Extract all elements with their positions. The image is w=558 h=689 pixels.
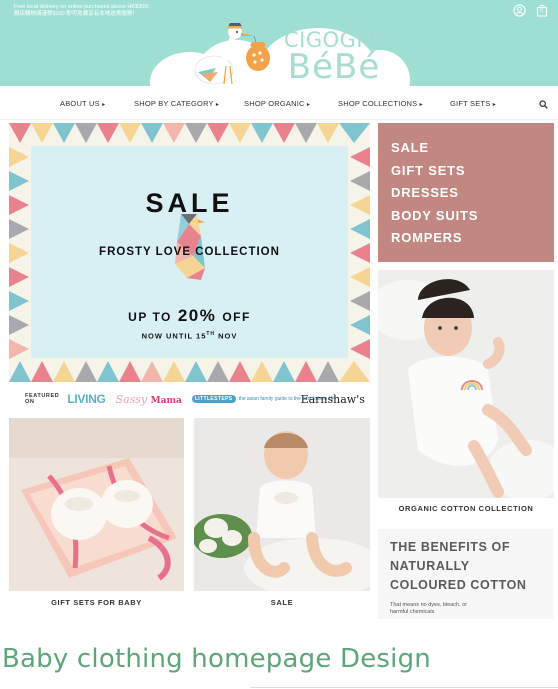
baby-sitting-photo	[194, 418, 370, 591]
sassy-text: Sassy	[115, 392, 148, 406]
discount-prefix: UP TO	[128, 310, 172, 324]
hero-content: SALE FROSTY LOVE COLLECTION UP TO 20% OF…	[31, 146, 348, 358]
promo-link-body-suits[interactable]: BODY SUITS	[391, 205, 554, 228]
nav-item-shop-by-category[interactable]: SHOP BY CATEGORY ▸	[134, 99, 219, 108]
user-icon[interactable]	[513, 4, 526, 17]
header-icons: 0	[513, 4, 548, 17]
hero-until-date: NOW UNTIL 15TH NOV	[31, 331, 348, 341]
little-steps-badge: LITTLESTEPS	[191, 395, 236, 403]
bag-icon[interactable]: 0	[536, 4, 548, 17]
featured-label: FEATURED ON	[25, 393, 60, 405]
publication-sassy-mama-logo[interactable]: Sassy Mama	[116, 393, 182, 406]
chevron-down-icon: ▸	[215, 102, 220, 108]
mama-text: Mama	[150, 395, 182, 406]
publication-little-steps-logo[interactable]: LITTLESTEPS the asian family guide to th…	[191, 395, 336, 403]
sale-caption[interactable]: SALE	[194, 598, 370, 607]
promo-link-sale[interactable]: SALE	[391, 137, 554, 160]
nav-item-about-us[interactable]: ABOUT US ▸	[60, 99, 105, 108]
cart-count: 0	[540, 8, 543, 14]
nav-item-label: SHOP COLLECTIONS	[338, 99, 418, 108]
logo-line-2: BéBé	[287, 47, 381, 86]
gift-sets-tile[interactable]	[9, 418, 184, 591]
hero-discount: UP TO 20% OFF	[31, 306, 348, 326]
little-steps-tagline: the asian family guide to the best kids …	[238, 395, 336, 402]
chevron-down-icon: ▸	[306, 102, 311, 108]
chevron-down-icon: ▸	[492, 102, 496, 108]
benefits-title: THE BENEFITS OF NATURALLY COLOURED COTTO…	[390, 540, 527, 592]
until-month: NOV	[218, 331, 238, 341]
baby-lying-photo	[378, 270, 554, 498]
hero-sale-banner[interactable]: SALE FROSTY LOVE COLLECTION UP TO 20% OF…	[9, 123, 370, 382]
nav-item-shop-collections[interactable]: SHOP COLLECTIONS ▸	[338, 99, 423, 108]
organic-cotton-tile[interactable]	[378, 270, 554, 498]
hero-collection-name: FROSTY LOVE COLLECTION	[99, 246, 280, 258]
benefits-body: That means no dyes, bleach, or harmful c…	[390, 602, 468, 615]
chevron-down-icon: ▸	[419, 102, 423, 108]
main-nav: ABOUT US ▸ SHOP BY CATEGORY ▸ SHOP ORGAN…	[0, 86, 558, 120]
promo-link-dresses[interactable]: DRESSES	[391, 182, 554, 205]
promo-banner: Free local delivery on online purchases …	[14, 4, 149, 18]
until-text: NOW UNTIL 15	[141, 331, 207, 341]
category-promo-panel: SALE GIFT SETS DRESSES BODY SUITS ROMPER…	[378, 123, 554, 262]
design-caption: Baby clothing homepage Design	[2, 644, 431, 674]
search-icon[interactable]	[539, 96, 548, 114]
nav-item-label: GIFT SETS	[450, 99, 491, 108]
promo-line-chinese: 網店購物滿港幣$300 即可免費享有本地送貨服務！	[14, 11, 138, 17]
top-header: Free local delivery on online purchases …	[0, 0, 558, 86]
promo-link-gift-sets[interactable]: GIFT SETS	[391, 160, 554, 183]
brand-logo[interactable]: CIGOGNE BéBé	[284, 30, 386, 86]
gift-box-booties-image	[9, 418, 184, 591]
stork-logo-icon[interactable]	[188, 22, 284, 86]
nav-item-label: ABOUT US	[60, 99, 100, 108]
until-superscript: TH	[206, 331, 216, 337]
promo-line-english: Free local delivery on online purchases …	[14, 4, 149, 10]
organic-caption[interactable]: ORGANIC COTTON COLLECTION	[378, 504, 554, 513]
divider	[250, 687, 558, 688]
discount-suffix: OFF	[222, 310, 251, 324]
nav-item-label: SHOP BY CATEGORY	[134, 99, 214, 108]
publication-earnshaws-logo[interactable]: Earnshaw's	[301, 393, 365, 406]
discount-value: 20%	[177, 306, 217, 325]
publication-living-logo[interactable]: LIVING	[67, 392, 106, 406]
nav-item-gift-sets[interactable]: GIFT SETS ▸	[450, 99, 496, 108]
gift-sets-caption[interactable]: GIFT SETS FOR BABY	[9, 598, 184, 607]
promo-link-rompers[interactable]: ROMPERS	[391, 227, 554, 250]
sale-tile[interactable]	[194, 418, 370, 591]
benefits-panel[interactable]: THE BENEFITS OF NATURALLY COLOURED COTTO…	[378, 529, 554, 619]
featured-on-strip: FEATURED ON LIVING Sassy Mama LITTLESTEP…	[9, 388, 370, 410]
nav-item-shop-organic[interactable]: SHOP ORGANIC ▸	[244, 99, 310, 108]
nav-item-label: SHOP ORGANIC	[244, 99, 305, 108]
chevron-down-icon: ▸	[102, 102, 106, 108]
